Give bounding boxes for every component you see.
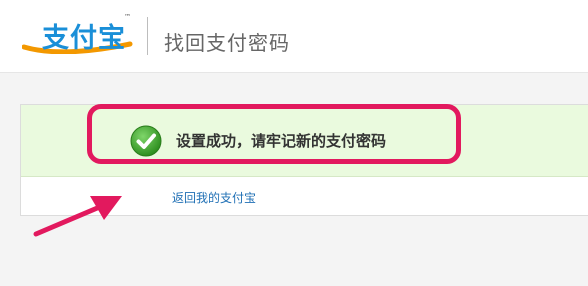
logo-trademark: ™: [124, 13, 131, 21]
annotation-highlight-box: [87, 104, 461, 164]
logo-text: 支付宝: [42, 23, 126, 54]
arrow-pointer-icon: [33, 196, 122, 237]
header-divider: [147, 17, 148, 55]
page-title: 找回支付密码: [164, 31, 290, 55]
return-to-alipay-link[interactable]: 返回我的支付宝: [172, 189, 256, 206]
alipay-logo[interactable]: 支付宝: [22, 14, 134, 54]
page-header: 支付宝 ™ 找回支付密码: [0, 0, 588, 73]
